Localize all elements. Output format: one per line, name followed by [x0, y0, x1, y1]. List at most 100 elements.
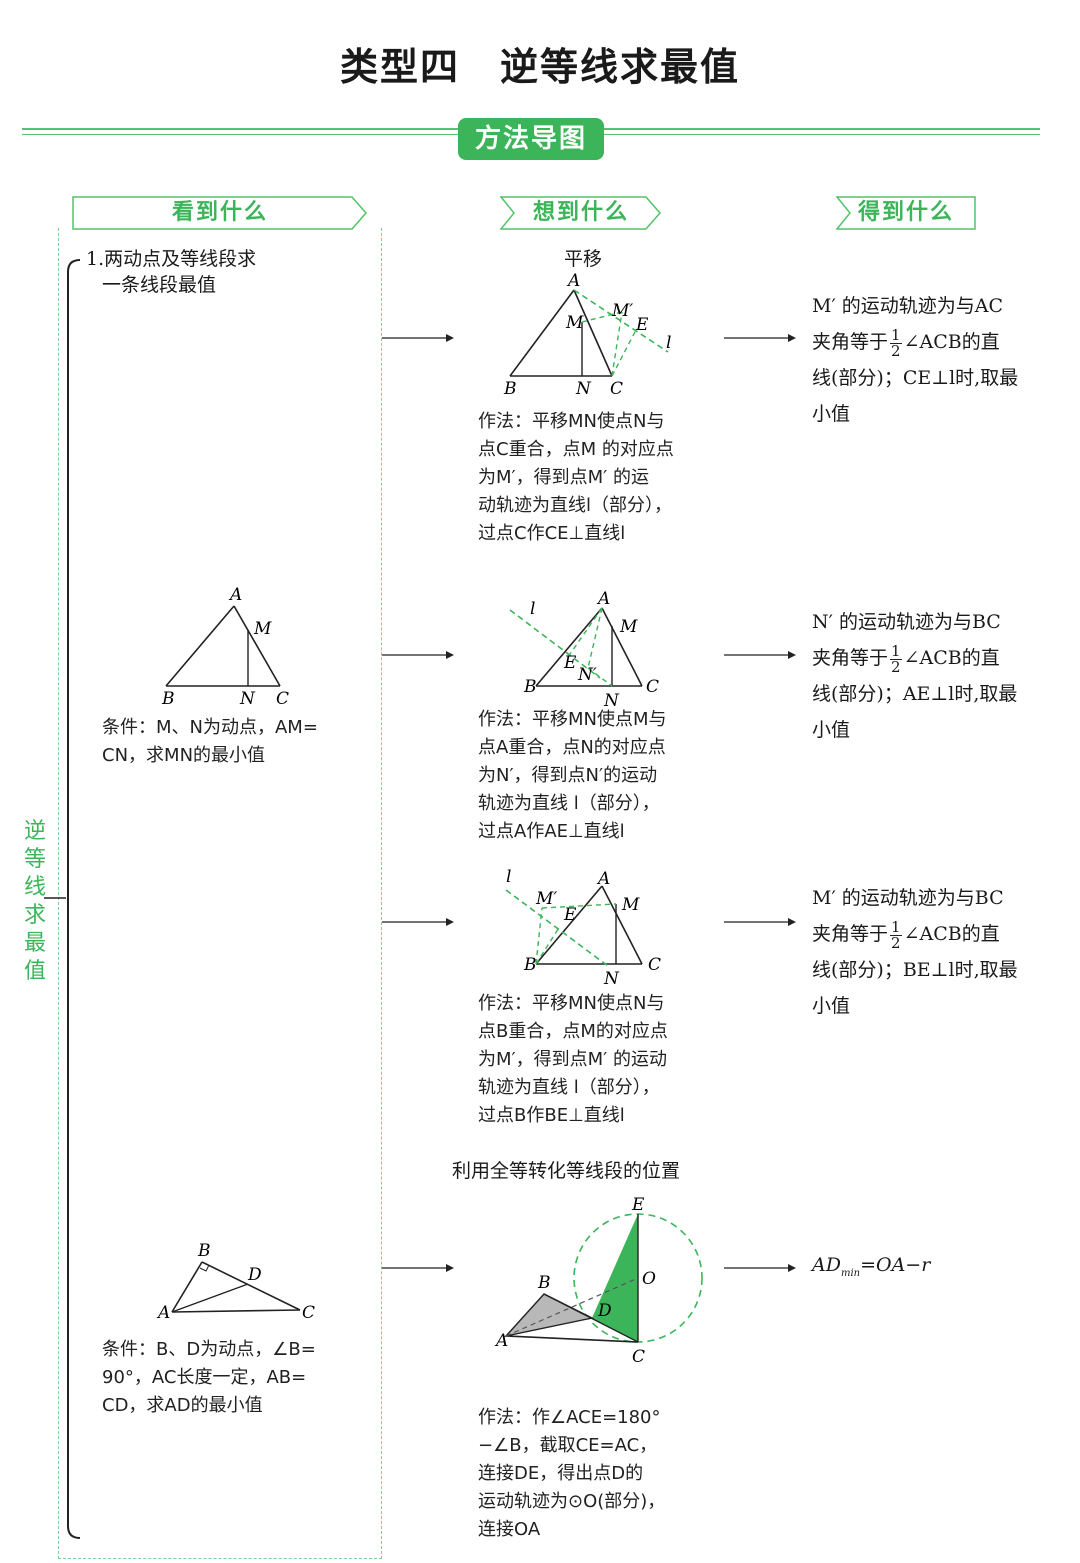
- row1-label-C: C: [610, 379, 623, 399]
- row4-label-O: O: [642, 1269, 656, 1289]
- row2-result-line: 线(部分)；AE⊥l时,取最: [812, 683, 1018, 705]
- row2-label-B: B: [161, 689, 175, 709]
- row3-label-N: N: [603, 969, 620, 989]
- row2-result-line: 夹角等于: [812, 647, 889, 669]
- row4-method: 作法：作∠ACE=180° −∠B，截取CE=AC， 连接DE，得出点D的 运动…: [478, 1404, 748, 1544]
- row2-label-Np: N′: [577, 665, 597, 685]
- row1-label-A: A: [566, 272, 580, 291]
- row3-method-line: 轨迹为直线 l（部分），: [478, 1077, 660, 1098]
- row3-label-E: E: [563, 905, 577, 925]
- row2-label-l: l: [530, 599, 535, 619]
- row2-label-A: A: [228, 585, 242, 605]
- row4-label-B: B: [197, 1241, 211, 1261]
- row3-figure: l M′ A M E B N C: [505, 867, 661, 989]
- row2-label-M: M: [253, 619, 272, 639]
- row3-result-line: 线(部分)；BE⊥l时,取最: [812, 959, 1018, 981]
- row1-method-line: 点C重合，点M 的对应点: [478, 439, 674, 460]
- row1-label-M: M: [565, 313, 584, 333]
- row3-label-Mp: M′: [535, 889, 557, 909]
- row4-method-title: 利用全等转化等线段的位置: [452, 1160, 681, 1182]
- row1-result-line: 线(部分)；CE⊥l时,取最: [812, 367, 1019, 389]
- row1-method: 作法：平移MN使点N与 点C重合，点M 的对应点 为M′，得到点M′ 的运 动轨…: [478, 408, 748, 548]
- row4-figure: E O B D A C: [494, 1196, 703, 1367]
- row1-method-line: 为M′，得到点M′ 的运: [478, 467, 649, 488]
- title-part1: 类型四: [339, 44, 460, 89]
- row4-arrow-out: [724, 1264, 796, 1272]
- row3-method: 作法：平移MN使点N与 点B重合，点M的对应点 为M′，得到点M′ 的运动 轨迹…: [478, 990, 748, 1130]
- half-fraction: 12: [890, 325, 902, 360]
- row4-result-min: min: [840, 1267, 861, 1279]
- half-fraction: 12: [890, 917, 902, 952]
- page-title: 类型四 逆等线求最值: [0, 36, 1080, 91]
- row2-result: N′ 的运动轨迹为与BC 夹角等于 1 2 ∠ACB的直 线(部分)；AE⊥l时,取最…: [812, 604, 1062, 748]
- side-label: 逆等线求最值: [23, 819, 46, 984]
- row4-label-B2: B: [537, 1273, 551, 1293]
- row4-method-line: −∠B，截取CE=AC，: [478, 1435, 658, 1456]
- row1-result-line: M′ 的运动轨迹为与AC: [812, 295, 1004, 317]
- row3-label-A: A: [596, 869, 610, 889]
- row2-label-N: N: [239, 689, 256, 709]
- row3-method-line: 过点B作BE⊥直线l: [478, 1105, 625, 1126]
- row1-result-line: ∠ACB的直: [903, 331, 1000, 353]
- row2-condition-line: 条件：M、N为动点，AM=: [102, 717, 318, 738]
- header-think: 想到什么: [500, 196, 662, 230]
- row2-label-C: C: [276, 689, 289, 709]
- row2-method: 作法：平移MN使点M与 点A重合，点N的对应点 为N′，得到点N′的运动 轨迹为…: [478, 706, 748, 846]
- row3-result-line: 小值: [812, 995, 851, 1017]
- row1-result-line: 夹角等于: [812, 331, 889, 353]
- row3-method-line: 点B重合，点M的对应点: [478, 1021, 668, 1042]
- row2-method-line: 为N′，得到点N′的运动: [478, 765, 658, 786]
- row4-label-D2: D: [597, 1301, 612, 1321]
- row4-condition-line: 90°，AC长度一定，AB=: [102, 1367, 307, 1388]
- row2-arrow-in: [382, 651, 454, 659]
- row1-condition: 1.两动点及等线段求 一条线段最值: [86, 246, 376, 298]
- row1-condition-line1: 1.两动点及等线段求: [86, 248, 257, 270]
- row4-condition-line: 条件：B、D为动点，∠B=: [102, 1339, 316, 1360]
- row3-label-B: B: [523, 955, 537, 975]
- row2-result-line: ∠ACB的直: [903, 647, 1000, 669]
- row3-method-line: 作法：平移MN使点N与: [478, 993, 665, 1014]
- row1-label-N: N: [575, 379, 592, 399]
- row2-result-line: 小值: [812, 719, 851, 741]
- row4-result-formula: =OA−r: [860, 1254, 931, 1276]
- header-see-label: 看到什么: [171, 200, 268, 225]
- method-map-banner: 方法导图: [458, 118, 604, 160]
- row2-label-C2: C: [646, 677, 659, 697]
- row1-label-Mp: M′: [611, 301, 633, 321]
- row2-label-E: E: [563, 653, 577, 673]
- row3-result: M′ 的运动轨迹为与BC 夹角等于 1 2 ∠ACB的直 线(部分)；BE⊥l时,取最…: [812, 880, 1062, 1024]
- row2-method-line: 轨迹为直线 l（部分），: [478, 793, 660, 814]
- row4-result-ad: AD: [812, 1254, 841, 1276]
- header-see: 看到什么: [72, 196, 368, 230]
- row1-condition-line2: 一条线段最值: [102, 274, 217, 296]
- row2-condition-line: CN，求MN的最小值: [102, 745, 266, 766]
- row2-label-A2: A: [596, 589, 610, 609]
- row3-method-line: 为M′，得到点M′ 的运动: [478, 1049, 667, 1070]
- row3-result-line: 夹角等于: [812, 923, 889, 945]
- row4-arrow-in: [382, 1264, 454, 1272]
- row1-result-line: 小值: [812, 403, 851, 425]
- row4-label-C: C: [302, 1303, 315, 1323]
- row4-method-line: 作法：作∠ACE=180°: [478, 1407, 661, 1428]
- row4-result: ADmin=OA−r: [812, 1254, 930, 1279]
- header-get-label: 得到什么: [857, 200, 954, 225]
- row4-method-line: 连接DE，得出点D的: [478, 1463, 644, 1484]
- row4-label-A: A: [156, 1303, 170, 1323]
- row2-arrow-out: [724, 651, 796, 659]
- half-fraction: 12: [890, 641, 902, 676]
- row2-method-line: 过点A作AE⊥直线l: [478, 821, 625, 842]
- row4-label-D: D: [247, 1265, 262, 1285]
- row2-condition-figure: A M B N C: [161, 585, 289, 709]
- row2-label-B2: B: [523, 677, 537, 697]
- row2-method-line: 作法：平移MN使点M与: [478, 709, 667, 730]
- row1-method-line: 作法：平移MN使点N与: [478, 411, 665, 432]
- row4-method-line: 连接OA: [478, 1519, 541, 1540]
- row2-result-line: N′ 的运动轨迹为与BC: [812, 611, 1001, 633]
- row3-label-l: l: [506, 867, 511, 887]
- row1-method-line: 过点C作CE⊥直线l: [478, 523, 626, 544]
- row3-label-C: C: [648, 955, 661, 975]
- row1-label-l: l: [666, 333, 671, 353]
- row1-method-title: 平移: [564, 248, 603, 270]
- row3-result-line: ∠ACB的直: [903, 923, 1000, 945]
- row3-arrow-in: [382, 918, 454, 926]
